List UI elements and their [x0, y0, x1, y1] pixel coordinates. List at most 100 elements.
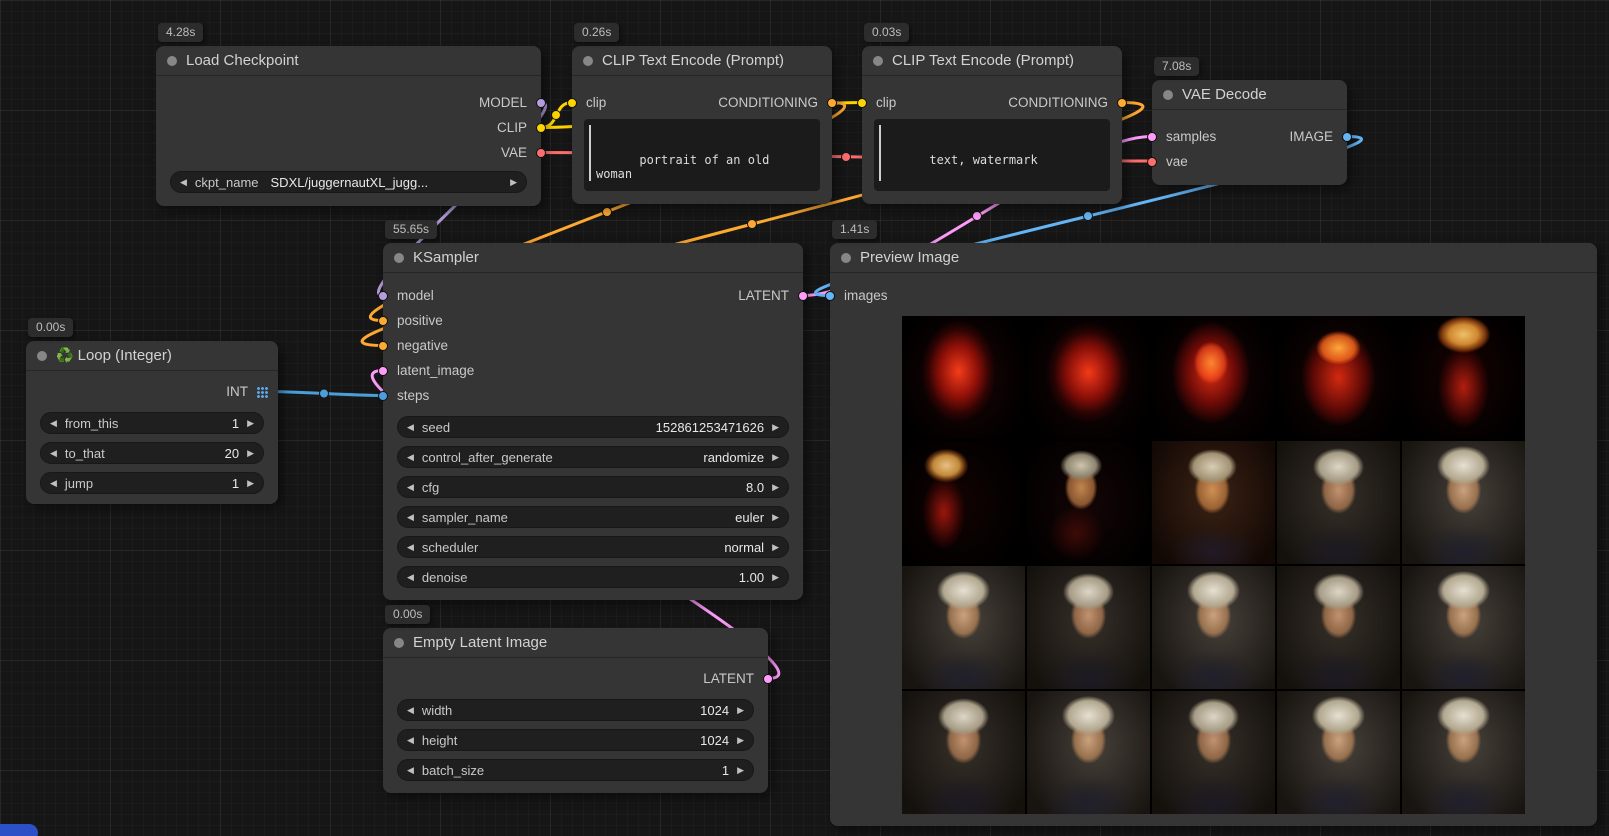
collapse-dot-icon[interactable] [394, 253, 404, 263]
input-slot-negative[interactable]: negative [383, 333, 803, 358]
increment-icon[interactable] [247, 449, 254, 458]
collapse-dot-icon[interactable] [394, 638, 404, 648]
increment-icon[interactable] [247, 419, 254, 428]
collapse-dot-icon[interactable] [841, 253, 851, 263]
image-output-dot[interactable] [1342, 132, 1352, 142]
widget-ckpt-name[interactable]: ckpt_name SDXL/juggernautXL_jugg... [170, 171, 527, 193]
node-clip-text-encode-positive[interactable]: 0.26s CLIP Text Encode (Prompt) clip CON… [572, 46, 832, 204]
widget-width[interactable]: width 1024 [397, 699, 754, 721]
widget-seed[interactable]: seed 152861253471626 [397, 416, 789, 438]
collapse-dot-icon[interactable] [37, 351, 47, 361]
clip-input-dot[interactable] [857, 98, 867, 108]
vae-input-dot[interactable] [1147, 157, 1157, 167]
decrement-icon[interactable] [50, 419, 57, 428]
widget-sampler-name[interactable]: sampler_name euler [397, 506, 789, 528]
preview-thumbnail[interactable] [1027, 691, 1150, 814]
preview-thumbnail[interactable] [902, 566, 1025, 689]
decrement-icon[interactable] [407, 453, 414, 462]
positive-input-dot[interactable] [378, 316, 388, 326]
decrement-icon[interactable] [407, 706, 414, 715]
input-slot-vae[interactable]: vae [1152, 149, 1347, 174]
node-loop-integer[interactable]: 0.00s ♻️ Loop (Integer) INT from_this 1 … [26, 341, 278, 504]
collapse-dot-icon[interactable] [167, 56, 177, 66]
conditioning-output-dot[interactable] [827, 98, 837, 108]
model-slot-dot[interactable] [536, 98, 546, 108]
node-ksampler[interactable]: 55.65s KSampler model positive negative … [383, 243, 803, 600]
preview-thumbnail[interactable] [1152, 441, 1275, 564]
collapse-dot-icon[interactable] [873, 56, 883, 66]
collapse-dot-icon[interactable] [1163, 90, 1173, 100]
node-header[interactable]: ♻️ Loop (Integer) [26, 341, 278, 371]
preview-thumbnail[interactable] [1152, 566, 1275, 689]
prompt-textarea[interactable]: portrait of an old woman [584, 119, 820, 191]
preview-thumbnail[interactable] [1402, 441, 1525, 564]
decrement-icon[interactable] [407, 736, 414, 745]
latent-image-input-dot[interactable] [378, 366, 388, 376]
decrement-icon[interactable] [180, 178, 187, 187]
node-header[interactable]: KSampler [383, 243, 803, 273]
preview-thumbnail[interactable] [1277, 691, 1400, 814]
decrement-icon[interactable] [407, 513, 414, 522]
increment-icon[interactable] [247, 479, 254, 488]
preview-thumbnail[interactable] [1402, 691, 1525, 814]
decrement-icon[interactable] [50, 479, 57, 488]
output-slot-latent[interactable]: LATENT [383, 666, 768, 691]
clip-slot-dot[interactable] [536, 123, 546, 133]
negative-input-dot[interactable] [378, 341, 388, 351]
preview-thumbnail[interactable] [1277, 441, 1400, 564]
node-header[interactable]: CLIP Text Encode (Prompt) [572, 46, 832, 76]
widget-batch-size[interactable]: batch_size 1 [397, 759, 754, 781]
steps-input-dot[interactable] [378, 391, 388, 401]
input-slot-positive[interactable]: positive [383, 308, 803, 333]
output-slot-model[interactable]: MODEL [156, 90, 541, 115]
increment-icon[interactable] [772, 573, 779, 582]
widget-control-after-generate[interactable]: control_after_generate randomize [397, 446, 789, 468]
input-slot-steps[interactable]: steps [383, 383, 803, 408]
slot-row[interactable]: clip CONDITIONING [572, 90, 832, 115]
widget-denoise[interactable]: denoise 1.00 [397, 566, 789, 588]
preview-thumbnail[interactable] [1027, 316, 1150, 439]
input-slot-latent-image[interactable]: latent_image [383, 358, 803, 383]
menu-bar-fragment[interactable] [0, 824, 38, 836]
node-header[interactable]: Preview Image [830, 243, 1597, 273]
conditioning-output-dot[interactable] [1117, 98, 1127, 108]
decrement-icon[interactable] [407, 423, 414, 432]
widget-from-this[interactable]: from_this 1 [40, 412, 264, 434]
slot-row[interactable]: clip CONDITIONING [862, 90, 1122, 115]
node-header[interactable]: VAE Decode [1152, 80, 1347, 110]
clip-input-dot[interactable] [567, 98, 577, 108]
preview-thumbnail[interactable] [902, 691, 1025, 814]
increment-icon[interactable] [737, 706, 744, 715]
input-slot-images[interactable]: images [830, 283, 1597, 308]
preview-thumbnail[interactable] [1277, 316, 1400, 439]
node-vae-decode[interactable]: 7.08s VAE Decode samples IMAGE vae [1152, 80, 1347, 185]
graph-canvas[interactable]: 4.28s Load Checkpoint MODEL CLIP VAE ckp… [0, 0, 1609, 836]
preview-thumbnail[interactable] [1027, 441, 1150, 564]
increment-icon[interactable] [772, 513, 779, 522]
node-load-checkpoint[interactable]: 4.28s Load Checkpoint MODEL CLIP VAE ckp… [156, 46, 541, 206]
model-input-dot[interactable] [378, 291, 388, 301]
prompt-textarea[interactable]: text, watermark [874, 119, 1110, 191]
preview-thumbnail[interactable] [902, 316, 1025, 439]
node-empty-latent-image[interactable]: 0.00s Empty Latent Image LATENT width 10… [383, 628, 768, 793]
output-slot-int[interactable]: INT [26, 379, 278, 404]
latent-output-dot[interactable] [798, 291, 808, 301]
vae-slot-dot[interactable] [536, 148, 546, 158]
node-header[interactable]: Empty Latent Image [383, 628, 768, 658]
preview-thumbnail[interactable] [1027, 566, 1150, 689]
images-input-dot[interactable] [825, 291, 835, 301]
increment-icon[interactable] [772, 423, 779, 432]
preview-thumbnail[interactable] [1277, 566, 1400, 689]
preview-thumbnail[interactable] [1152, 691, 1275, 814]
int-grid-output-icon[interactable] [256, 386, 268, 398]
increment-icon[interactable] [510, 178, 517, 187]
preview-thumbnail[interactable] [1402, 566, 1525, 689]
slot-row[interactable]: samples IMAGE [1152, 124, 1347, 149]
output-slot-latent[interactable]: LATENT [643, 283, 803, 308]
increment-icon[interactable] [737, 766, 744, 775]
preview-thumbnail[interactable] [1152, 316, 1275, 439]
node-clip-text-encode-negative[interactable]: 0.03s CLIP Text Encode (Prompt) clip CON… [862, 46, 1122, 204]
widget-height[interactable]: height 1024 [397, 729, 754, 751]
decrement-icon[interactable] [407, 543, 414, 552]
increment-icon[interactable] [737, 736, 744, 745]
